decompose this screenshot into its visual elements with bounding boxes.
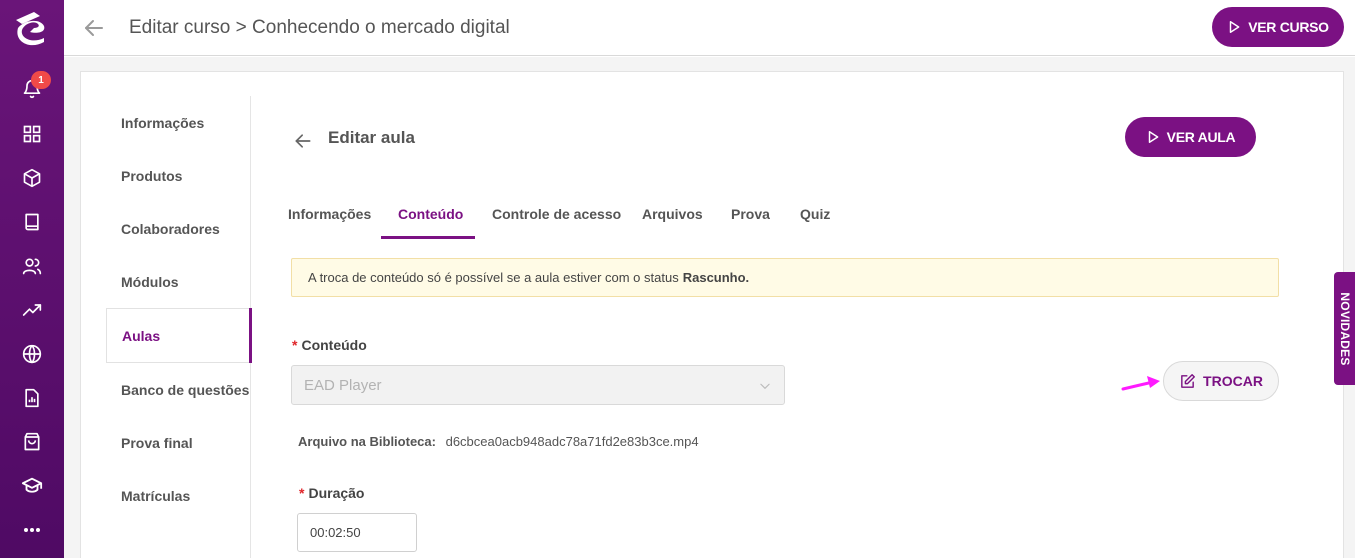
library-filename: d6cbcea0acb948adc78a71fd2e83b3ce.mp4 xyxy=(445,434,699,449)
chevron-down-icon xyxy=(760,383,770,389)
novidades-tab[interactable]: NOVIDADES xyxy=(1334,272,1355,385)
required-mark: * xyxy=(299,485,305,501)
logo-icon[interactable] xyxy=(10,6,54,50)
side-item-modulos[interactable]: Módulos xyxy=(121,274,179,290)
library-label: Arquivo na Biblioteca: xyxy=(298,434,436,449)
nav-rail: 1 xyxy=(0,0,64,558)
side-item-colaboradores[interactable]: Colaboradores xyxy=(121,221,220,237)
edit-icon xyxy=(1181,373,1195,388)
duration-label-text: Duração xyxy=(308,485,365,501)
tab-arquivos[interactable]: Arquivos xyxy=(642,206,703,222)
duration-field-label: * Duração xyxy=(299,485,364,501)
bag-icon[interactable] xyxy=(20,430,44,454)
tab-controle-de-acesso[interactable]: Controle de acesso xyxy=(492,206,621,222)
trend-icon[interactable] xyxy=(20,298,44,322)
alert-status: Rascunho. xyxy=(682,270,750,285)
graduation-cap-icon[interactable] xyxy=(20,474,44,498)
alert-text: A troca de conteúdo só é possível se a a… xyxy=(308,270,679,285)
lesson-back-arrow-icon[interactable] xyxy=(293,131,313,151)
duration-value: 00:02:50 xyxy=(310,525,361,540)
side-item-informacoes[interactable]: Informações xyxy=(121,115,204,131)
trocar-button[interactable]: TROCAR xyxy=(1163,361,1279,401)
annotation-arrow-icon xyxy=(1121,376,1160,391)
content-select[interactable]: EAD Player xyxy=(291,365,785,405)
page-title: Editar curso > Conhecendo o mercado digi… xyxy=(129,17,510,38)
side-item-banco-de-questoes[interactable]: Banco de questões xyxy=(121,382,249,398)
side-item-matriculas[interactable]: Matrículas xyxy=(121,488,190,504)
users-icon[interactable] xyxy=(20,254,44,278)
ver-aula-label: VER AULA xyxy=(1166,129,1236,145)
lesson-title: Editar aula xyxy=(328,128,415,147)
required-mark: * xyxy=(292,337,298,353)
box-icon[interactable] xyxy=(20,166,44,190)
ver-aula-button[interactable]: VER AULA xyxy=(1125,117,1256,157)
duration-input[interactable]: 00:02:50 xyxy=(297,513,417,552)
play-icon xyxy=(1229,21,1240,33)
tab-prova[interactable]: Prova xyxy=(731,206,770,222)
ver-curso-button[interactable]: VER CURSO xyxy=(1212,7,1344,47)
book-icon[interactable] xyxy=(20,210,44,234)
tab-conteudo[interactable]: Conteúdo xyxy=(398,206,463,222)
novidades-label: NOVIDADES xyxy=(1337,291,1352,366)
dashboard-icon[interactable] xyxy=(20,122,44,146)
content-label-text: Conteúdo xyxy=(301,337,367,353)
more-icon[interactable] xyxy=(20,518,44,542)
content-select-value: EAD Player xyxy=(304,376,382,394)
globe-icon[interactable] xyxy=(20,342,44,366)
tab-informacoes[interactable]: Informações xyxy=(288,206,371,222)
active-tab-indicator xyxy=(381,236,475,239)
content-field-label: * Conteúdo xyxy=(292,337,367,353)
back-arrow-icon[interactable] xyxy=(82,16,106,40)
report-icon[interactable] xyxy=(20,386,44,410)
tab-quiz[interactable]: Quiz xyxy=(800,206,830,222)
side-item-aulas[interactable]: Aulas xyxy=(122,328,160,344)
side-active-indicator xyxy=(249,308,252,363)
ver-curso-label: VER CURSO xyxy=(1248,19,1329,35)
side-item-prova-final[interactable]: Prova final xyxy=(121,435,193,451)
side-item-produtos[interactable]: Produtos xyxy=(121,168,182,184)
top-header: Editar curso > Conhecendo o mercado digi… xyxy=(64,0,1355,56)
status-alert: A troca de conteúdo só é possível se a a… xyxy=(291,258,1279,297)
play-icon xyxy=(1148,131,1159,143)
library-file-info: Arquivo na Biblioteca: d6cbcea0acb948adc… xyxy=(298,434,699,449)
notification-badge: 1 xyxy=(31,71,51,89)
trocar-label: TROCAR xyxy=(1203,373,1263,389)
